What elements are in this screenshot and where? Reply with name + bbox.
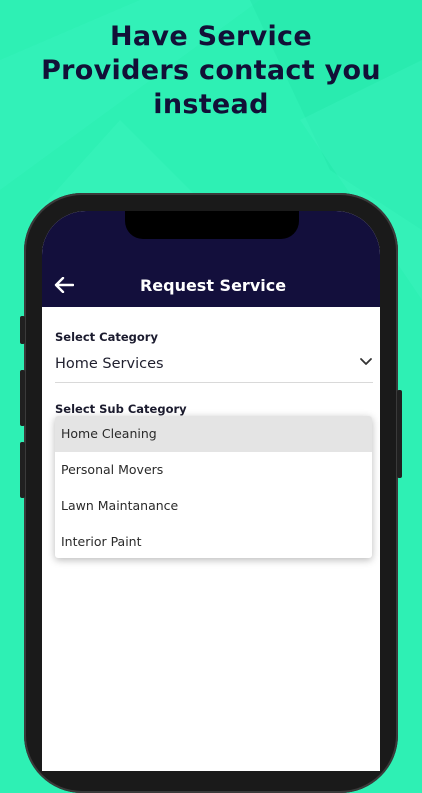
phone-power-button bbox=[397, 390, 402, 478]
phone-notch bbox=[125, 211, 299, 239]
category-divider bbox=[55, 382, 373, 383]
phone-screen: Request Service Select Category Home Ser… bbox=[42, 211, 380, 771]
dropdown-option-lawn-maintanance[interactable]: Lawn Maintanance bbox=[55, 488, 372, 524]
headline-line-2: Providers contact you bbox=[41, 55, 381, 86]
headline-line-3: instead bbox=[153, 89, 269, 120]
category-label: Select Category bbox=[55, 330, 158, 344]
sub-category-dropdown: Home Cleaning Personal Movers Lawn Maint… bbox=[55, 416, 372, 558]
page-title: Request Service bbox=[139, 276, 287, 295]
phone-volume-up bbox=[20, 370, 25, 426]
dropdown-option-interior-paint[interactable]: Interior Paint bbox=[55, 524, 372, 558]
chevron-down-icon[interactable] bbox=[359, 357, 373, 367]
phone-mute-switch bbox=[20, 316, 25, 344]
sub-category-label: Select Sub Category bbox=[55, 402, 187, 416]
phone-volume-down bbox=[20, 442, 25, 498]
headline-line-1: Have Service bbox=[110, 21, 312, 52]
app-bar: Request Service bbox=[42, 211, 380, 307]
dropdown-option-home-cleaning[interactable]: Home Cleaning bbox=[55, 416, 372, 452]
category-select[interactable]: Home Services bbox=[55, 356, 164, 372]
headline: Have Service Providers contact you inste… bbox=[0, 20, 422, 122]
dropdown-option-personal-movers[interactable]: Personal Movers bbox=[55, 452, 372, 488]
